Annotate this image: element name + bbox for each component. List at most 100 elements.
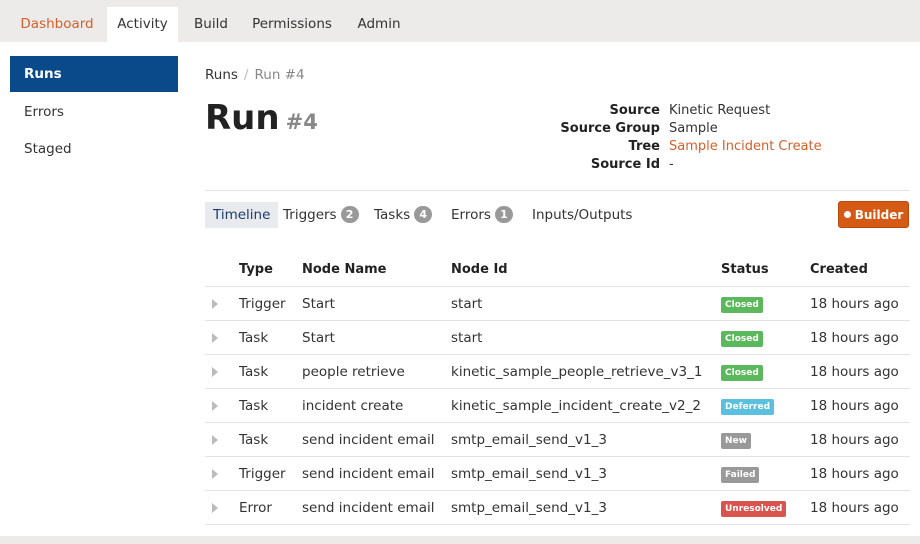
tab-label: Timeline	[213, 207, 271, 223]
table-header: Type Node Name Node Id Status Created	[205, 256, 910, 287]
table-row[interactable]: Trigger send incident email smtp_email_sen…	[205, 457, 910, 491]
detail-value: Kinetic Request	[669, 103, 771, 118]
status-badge: Deferred	[721, 399, 775, 415]
detail-label: Source Group	[560, 121, 660, 136]
sidebar-item-errors[interactable]: Errors	[10, 94, 178, 130]
top-navigation: Dashboard Activity Build Permissions Admin	[0, 0, 920, 42]
tab-inputs-outputs[interactable]: Inputs/Outputs	[532, 202, 632, 228]
table-row[interactable]: Task Start start Closed 18 hours ago	[205, 321, 910, 355]
detail-row: Tree Sample Incident Create	[540, 139, 910, 157]
cell-created: 18 hours ago	[810, 364, 899, 380]
count-badge: 2	[340, 206, 359, 223]
cell-type: Trigger	[239, 296, 286, 312]
page-title: Run #4	[205, 98, 318, 138]
expand-caret-icon[interactable]	[212, 435, 218, 445]
run-details: Source Kinetic Request Source Group Sample T…	[540, 103, 910, 175]
cell-name: Start	[302, 330, 335, 346]
detail-label: Source	[609, 103, 660, 118]
status-badge: Closed	[721, 331, 763, 347]
cell-id: smtp_email_send_v1_3	[451, 466, 607, 482]
status-badge: Closed	[721, 365, 763, 381]
footer-bar	[0, 536, 920, 544]
nav-activity[interactable]: Activity	[107, 7, 178, 42]
detail-row: Source Group Sample	[540, 121, 910, 139]
column-header-node-name: Node Name	[302, 262, 387, 277]
nav-admin[interactable]: Admin	[346, 7, 412, 42]
breadcrumb: Runs / Run #4	[205, 67, 305, 83]
timeline-table: Type Node Name Node Id Status Created Trigger…	[205, 256, 910, 525]
count-badge: 4	[414, 206, 433, 223]
cell-id: smtp_email_send_v1_3	[451, 500, 607, 516]
builder-icon	[843, 211, 851, 218]
cell-type: Task	[239, 398, 269, 414]
status-badge: Closed	[721, 297, 763, 313]
builder-button[interactable]: Builder	[838, 201, 909, 228]
cell-created: 18 hours ago	[810, 296, 899, 312]
cell-id: kinetic_sample_people_retrieve_v3_1	[451, 364, 703, 380]
cell-id: kinetic_sample_incident_create_v2_2	[451, 398, 701, 414]
detail-row: Source Id -	[540, 157, 910, 175]
cell-type: Task	[239, 432, 269, 448]
sidebar: Runs Errors Staged	[0, 42, 190, 536]
breadcrumb-runs-link[interactable]: Runs	[205, 67, 238, 83]
breadcrumb-current: Run #4	[254, 67, 305, 83]
cell-type: Trigger	[239, 466, 286, 482]
divider	[205, 190, 910, 191]
nav-dashboard[interactable]: Dashboard	[10, 7, 104, 42]
detail-value: Sample	[669, 121, 718, 136]
status-badge: Unresolved	[721, 501, 787, 517]
tab-label: Triggers	[283, 207, 337, 223]
table-row[interactable]: Error send incident email smtp_email_send_…	[205, 491, 910, 525]
cell-id: smtp_email_send_v1_3	[451, 432, 607, 448]
detail-row: Source Kinetic Request	[540, 103, 910, 121]
tab-label: Inputs/Outputs	[532, 207, 633, 223]
cell-name: Start	[302, 296, 335, 312]
cell-created: 18 hours ago	[810, 500, 899, 516]
expand-caret-icon[interactable]	[212, 401, 218, 411]
tab-label: Errors	[451, 207, 491, 223]
cell-created: 18 hours ago	[810, 432, 899, 448]
breadcrumb-separator: /	[243, 67, 249, 83]
run-number: #4	[285, 110, 318, 134]
cell-name: send incident email	[302, 466, 435, 482]
table-row[interactable]: Task incident create kinetic_sample_incide…	[205, 389, 910, 423]
nav-permissions[interactable]: Permissions	[245, 7, 339, 42]
cell-created: 18 hours ago	[810, 466, 899, 482]
tab-errors[interactable]: Errors 1	[451, 202, 513, 228]
expand-caret-icon[interactable]	[212, 333, 218, 343]
cell-created: 18 hours ago	[810, 398, 899, 414]
tree-link[interactable]: Sample Incident Create	[669, 139, 822, 154]
detail-label: Source Id	[590, 157, 660, 172]
count-badge: 1	[494, 206, 513, 223]
cell-name: people retrieve	[302, 364, 405, 380]
expand-caret-icon[interactable]	[212, 367, 218, 377]
tab-timeline[interactable]: Timeline	[205, 202, 279, 228]
cell-type: Task	[239, 364, 269, 380]
table-row[interactable]: Task send incident email smtp_email_send_v…	[205, 423, 910, 457]
builder-button-label: Builder	[854, 208, 904, 222]
cell-type: Error	[239, 500, 272, 516]
expand-caret-icon[interactable]	[212, 469, 218, 479]
status-badge: New	[721, 433, 751, 449]
tab-label: Tasks	[374, 207, 411, 223]
status-badge: Failed	[721, 467, 760, 483]
cell-name: incident create	[302, 398, 404, 414]
expand-caret-icon[interactable]	[212, 299, 218, 309]
cell-name: send incident email	[302, 432, 435, 448]
table-row[interactable]: Task people retrieve kinetic_sample_people…	[205, 355, 910, 389]
sidebar-item-runs[interactable]: Runs	[10, 56, 178, 92]
cell-name: send incident email	[302, 500, 435, 516]
nav-build[interactable]: Build	[184, 7, 238, 42]
cell-id: start	[451, 330, 483, 346]
column-header-status: Status	[721, 262, 769, 277]
cell-id: start	[451, 296, 483, 312]
table-row[interactable]: Trigger Start start Closed 18 hours ago	[205, 287, 910, 321]
expand-caret-icon[interactable]	[212, 503, 218, 513]
tab-tasks[interactable]: Tasks 4	[374, 202, 433, 228]
detail-value: -	[669, 157, 674, 172]
column-header-type: Type	[239, 262, 273, 277]
cell-type: Task	[239, 330, 269, 346]
column-header-node-id: Node Id	[451, 262, 508, 277]
sidebar-item-staged[interactable]: Staged	[10, 131, 178, 167]
tab-triggers[interactable]: Triggers 2	[283, 202, 359, 228]
